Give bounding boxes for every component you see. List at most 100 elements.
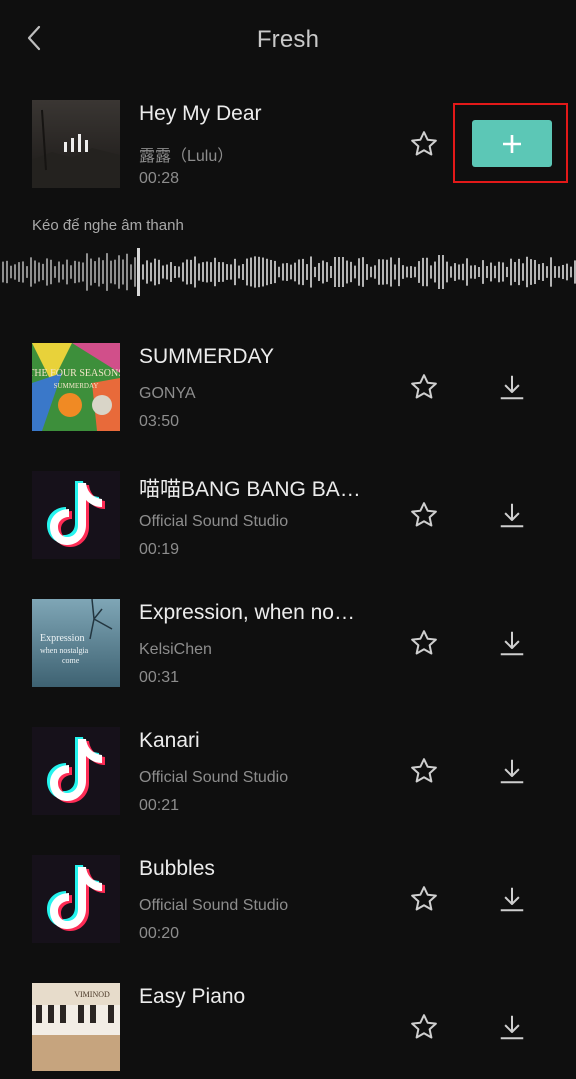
waveform-bar: [430, 265, 432, 279]
waveform-bar: [278, 266, 280, 278]
waveform-bar: [238, 265, 240, 279]
favorite-button[interactable]: [406, 881, 442, 917]
download-button[interactable]: [494, 881, 530, 917]
download-button[interactable]: [494, 625, 530, 661]
song-row[interactable]: Expression when nostalgia come Expressio…: [0, 599, 576, 695]
playhead-marker[interactable]: [137, 248, 140, 296]
waveform-bar: [378, 259, 380, 285]
waveform-bar: [218, 262, 220, 282]
waveform-bar: [410, 266, 412, 278]
song-duration: 00:31: [139, 669, 180, 686]
waveform-bar: [446, 261, 448, 283]
cover-text: SUMMERDAY: [54, 382, 99, 390]
waveform-bar: [274, 260, 276, 284]
waveform-bar: [414, 266, 416, 278]
song-artist: Official Sound Studio: [139, 513, 289, 530]
waveform-bar: [86, 253, 88, 291]
waveform-bar: [70, 265, 72, 279]
download-button[interactable]: [494, 1009, 530, 1045]
waveform-bar: [266, 258, 268, 286]
download-button[interactable]: [494, 753, 530, 789]
waveform-bar: [370, 266, 372, 278]
waveform-bar: [214, 257, 216, 287]
waveform-bar: [222, 262, 224, 282]
waveform-bar: [462, 263, 464, 281]
waveform-bar: [438, 255, 440, 289]
favorite-button[interactable]: [406, 625, 442, 661]
waveform-bar: [30, 257, 32, 287]
waveform-bar: [162, 265, 164, 279]
star-outline-icon: [411, 886, 437, 911]
waveform-bar: [182, 262, 184, 282]
waveform-bar: [470, 265, 472, 279]
waveform-bar: [234, 258, 236, 286]
waveform-bar: [374, 265, 376, 279]
star-outline-icon: [411, 758, 437, 783]
favorite-button[interactable]: [406, 369, 442, 405]
download-icon: [500, 503, 524, 528]
waveform-bar: [398, 257, 400, 287]
waveform-bar: [354, 265, 356, 279]
waveform-bar: [422, 257, 424, 287]
favorite-button[interactable]: [406, 1009, 442, 1045]
waveform-bar: [542, 263, 544, 281]
waveform-bar: [458, 264, 460, 280]
download-button[interactable]: [494, 369, 530, 405]
star-outline-icon: [411, 502, 437, 527]
download-button[interactable]: [494, 497, 530, 533]
cover-text: when nostalgia: [40, 646, 89, 655]
waveform-bar: [178, 266, 180, 278]
favorite-button[interactable]: [406, 753, 442, 789]
waveform-bar: [58, 261, 60, 283]
download-icon: [500, 1015, 524, 1040]
waveform-bar: [402, 265, 404, 279]
waveform-bar: [326, 262, 328, 282]
favorite-button[interactable]: [406, 126, 442, 162]
waveform-bar: [450, 266, 452, 278]
song-duration: 00:21: [139, 797, 180, 814]
waveform-bar: [150, 262, 152, 282]
waveform-bar: [498, 261, 500, 283]
song-cover: [32, 727, 120, 815]
waveform-bar: [362, 257, 364, 287]
waveform-bar: [134, 257, 136, 287]
song-row[interactable]: VIMINOD Easy Piano: [0, 983, 576, 1079]
audio-waveform-scrubber[interactable]: [0, 246, 576, 298]
waveform-bar: [146, 260, 148, 284]
song-duration: 00:28: [139, 170, 180, 187]
star-outline-icon: [411, 374, 437, 399]
waveform-bar: [342, 257, 344, 287]
waveform-bar: [114, 259, 116, 285]
song-cover: [32, 100, 120, 188]
song-title: 喵喵BANG BANG BA…: [139, 478, 361, 501]
add-button[interactable]: [472, 120, 552, 167]
waveform-bar: [142, 264, 144, 280]
waveform-bar: [2, 261, 4, 283]
waveform-bar: [298, 259, 300, 285]
waveform-bar: [202, 262, 204, 282]
waveform-bar: [126, 253, 128, 291]
favorite-button[interactable]: [406, 497, 442, 533]
waveform-bar: [434, 261, 436, 283]
waveform-bar: [426, 257, 428, 287]
waveform-bar: [42, 263, 44, 281]
waveform-bar: [82, 262, 84, 282]
song-row[interactable]: 喵喵BANG BANG BA… Official Sound Studio 00…: [0, 471, 576, 567]
song-row[interactable]: Kanari Official Sound Studio 00:21: [0, 727, 576, 823]
waveform-bar: [286, 263, 288, 281]
waveform-bar: [46, 258, 48, 286]
song-cover: THE FOUR SEASONS SUMMERDAY: [32, 343, 120, 431]
download-icon: [500, 631, 524, 656]
waveform-bar: [366, 264, 368, 280]
waveform-bar: [570, 266, 572, 278]
song-row[interactable]: THE FOUR SEASONS SUMMERDAY SUMMERDAY GON…: [0, 343, 576, 439]
song-artist: KelsiChen: [139, 641, 212, 658]
waveform-bar: [386, 259, 388, 285]
song-row[interactable]: Bubbles Official Sound Studio 00:20: [0, 855, 576, 951]
waveform-bar: [518, 258, 520, 286]
waveform-bar: [94, 261, 96, 283]
plus-icon: [503, 134, 521, 153]
waveform-bar: [322, 260, 324, 284]
waveform-bar: [170, 262, 172, 282]
waveform-bar: [558, 266, 560, 278]
